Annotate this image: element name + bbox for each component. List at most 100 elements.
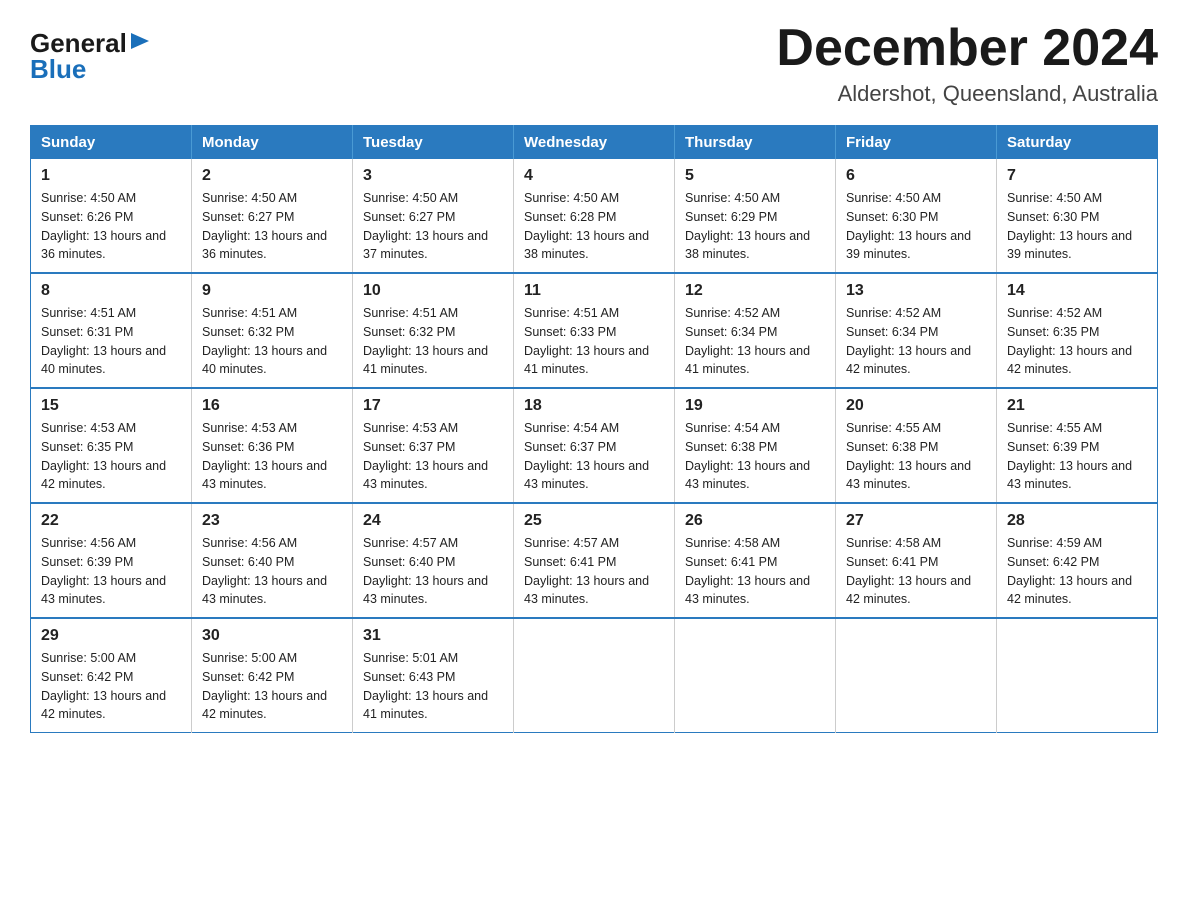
calendar-week-row: 1 Sunrise: 4:50 AM Sunset: 6:26 PM Dayli… (31, 159, 1158, 273)
day-info: Sunrise: 4:57 AM Sunset: 6:41 PM Dayligh… (524, 534, 664, 609)
day-info: Sunrise: 4:56 AM Sunset: 6:40 PM Dayligh… (202, 534, 342, 609)
calendar-cell: 30 Sunrise: 5:00 AM Sunset: 6:42 PM Dayl… (192, 618, 353, 733)
day-number: 20 (846, 397, 986, 415)
day-info: Sunrise: 5:00 AM Sunset: 6:42 PM Dayligh… (202, 649, 342, 724)
calendar-cell: 4 Sunrise: 4:50 AM Sunset: 6:28 PM Dayli… (514, 159, 675, 273)
calendar-cell: 20 Sunrise: 4:55 AM Sunset: 6:38 PM Dayl… (836, 388, 997, 503)
day-number: 13 (846, 282, 986, 300)
day-info: Sunrise: 4:52 AM Sunset: 6:35 PM Dayligh… (1007, 304, 1147, 379)
logo: General Blue (30, 20, 151, 83)
day-number: 15 (41, 397, 181, 415)
day-info: Sunrise: 4:51 AM Sunset: 6:33 PM Dayligh… (524, 304, 664, 379)
column-header-thursday: Thursday (675, 126, 836, 160)
calendar-week-row: 8 Sunrise: 4:51 AM Sunset: 6:31 PM Dayli… (31, 273, 1158, 388)
calendar-cell: 23 Sunrise: 4:56 AM Sunset: 6:40 PM Dayl… (192, 503, 353, 618)
calendar-cell: 13 Sunrise: 4:52 AM Sunset: 6:34 PM Dayl… (836, 273, 997, 388)
day-number: 22 (41, 512, 181, 530)
day-info: Sunrise: 4:56 AM Sunset: 6:39 PM Dayligh… (41, 534, 181, 609)
day-number: 5 (685, 167, 825, 185)
calendar-week-row: 22 Sunrise: 4:56 AM Sunset: 6:39 PM Dayl… (31, 503, 1158, 618)
calendar-cell: 17 Sunrise: 4:53 AM Sunset: 6:37 PM Dayl… (353, 388, 514, 503)
day-info: Sunrise: 4:51 AM Sunset: 6:32 PM Dayligh… (202, 304, 342, 379)
day-number: 27 (846, 512, 986, 530)
calendar-cell: 21 Sunrise: 4:55 AM Sunset: 6:39 PM Dayl… (997, 388, 1158, 503)
calendar-cell: 5 Sunrise: 4:50 AM Sunset: 6:29 PM Dayli… (675, 159, 836, 273)
calendar-cell: 26 Sunrise: 4:58 AM Sunset: 6:41 PM Dayl… (675, 503, 836, 618)
day-info: Sunrise: 4:55 AM Sunset: 6:39 PM Dayligh… (1007, 419, 1147, 494)
day-info: Sunrise: 5:01 AM Sunset: 6:43 PM Dayligh… (363, 649, 503, 724)
day-number: 2 (202, 167, 342, 185)
calendar-cell: 3 Sunrise: 4:50 AM Sunset: 6:27 PM Dayli… (353, 159, 514, 273)
day-info: Sunrise: 4:50 AM Sunset: 6:28 PM Dayligh… (524, 189, 664, 264)
day-number: 19 (685, 397, 825, 415)
day-number: 3 (363, 167, 503, 185)
day-info: Sunrise: 4:53 AM Sunset: 6:36 PM Dayligh… (202, 419, 342, 494)
day-info: Sunrise: 4:50 AM Sunset: 6:26 PM Dayligh… (41, 189, 181, 264)
calendar-cell: 25 Sunrise: 4:57 AM Sunset: 6:41 PM Dayl… (514, 503, 675, 618)
day-info: Sunrise: 4:58 AM Sunset: 6:41 PM Dayligh… (846, 534, 986, 609)
day-number: 26 (685, 512, 825, 530)
header: General Blue December 2024 Aldershot, Qu… (30, 20, 1158, 107)
day-info: Sunrise: 4:52 AM Sunset: 6:34 PM Dayligh… (685, 304, 825, 379)
day-info: Sunrise: 4:51 AM Sunset: 6:31 PM Dayligh… (41, 304, 181, 379)
day-number: 12 (685, 282, 825, 300)
calendar-cell (514, 618, 675, 733)
calendar-cell: 16 Sunrise: 4:53 AM Sunset: 6:36 PM Dayl… (192, 388, 353, 503)
calendar-cell: 28 Sunrise: 4:59 AM Sunset: 6:42 PM Dayl… (997, 503, 1158, 618)
day-number: 1 (41, 167, 181, 185)
calendar-header-row: SundayMondayTuesdayWednesdayThursdayFrid… (31, 126, 1158, 160)
calendar-cell: 18 Sunrise: 4:54 AM Sunset: 6:37 PM Dayl… (514, 388, 675, 503)
calendar-cell: 7 Sunrise: 4:50 AM Sunset: 6:30 PM Dayli… (997, 159, 1158, 273)
calendar-cell: 14 Sunrise: 4:52 AM Sunset: 6:35 PM Dayl… (997, 273, 1158, 388)
day-number: 29 (41, 627, 181, 645)
day-info: Sunrise: 4:54 AM Sunset: 6:38 PM Dayligh… (685, 419, 825, 494)
day-info: Sunrise: 4:52 AM Sunset: 6:34 PM Dayligh… (846, 304, 986, 379)
day-number: 11 (524, 282, 664, 300)
day-number: 25 (524, 512, 664, 530)
calendar-cell: 2 Sunrise: 4:50 AM Sunset: 6:27 PM Dayli… (192, 159, 353, 273)
day-info: Sunrise: 5:00 AM Sunset: 6:42 PM Dayligh… (41, 649, 181, 724)
calendar-cell (836, 618, 997, 733)
column-header-friday: Friday (836, 126, 997, 160)
calendar-cell: 12 Sunrise: 4:52 AM Sunset: 6:34 PM Dayl… (675, 273, 836, 388)
calendar-cell: 9 Sunrise: 4:51 AM Sunset: 6:32 PM Dayli… (192, 273, 353, 388)
location-subtitle: Aldershot, Queensland, Australia (776, 81, 1158, 107)
calendar-cell (997, 618, 1158, 733)
day-info: Sunrise: 4:50 AM Sunset: 6:30 PM Dayligh… (1007, 189, 1147, 264)
column-header-monday: Monday (192, 126, 353, 160)
day-info: Sunrise: 4:50 AM Sunset: 6:30 PM Dayligh… (846, 189, 986, 264)
day-number: 8 (41, 282, 181, 300)
day-info: Sunrise: 4:59 AM Sunset: 6:42 PM Dayligh… (1007, 534, 1147, 609)
day-number: 16 (202, 397, 342, 415)
day-number: 10 (363, 282, 503, 300)
column-header-tuesday: Tuesday (353, 126, 514, 160)
day-info: Sunrise: 4:55 AM Sunset: 6:38 PM Dayligh… (846, 419, 986, 494)
day-number: 6 (846, 167, 986, 185)
day-info: Sunrise: 4:53 AM Sunset: 6:37 PM Dayligh… (363, 419, 503, 494)
month-title: December 2024 (776, 20, 1158, 77)
calendar-cell: 29 Sunrise: 5:00 AM Sunset: 6:42 PM Dayl… (31, 618, 192, 733)
calendar-cell: 22 Sunrise: 4:56 AM Sunset: 6:39 PM Dayl… (31, 503, 192, 618)
day-number: 9 (202, 282, 342, 300)
day-number: 24 (363, 512, 503, 530)
day-number: 7 (1007, 167, 1147, 185)
calendar-table: SundayMondayTuesdayWednesdayThursdayFrid… (30, 125, 1158, 733)
calendar-cell: 24 Sunrise: 4:57 AM Sunset: 6:40 PM Dayl… (353, 503, 514, 618)
calendar-cell: 19 Sunrise: 4:54 AM Sunset: 6:38 PM Dayl… (675, 388, 836, 503)
day-number: 21 (1007, 397, 1147, 415)
day-number: 4 (524, 167, 664, 185)
day-number: 30 (202, 627, 342, 645)
day-info: Sunrise: 4:50 AM Sunset: 6:27 PM Dayligh… (202, 189, 342, 264)
column-header-saturday: Saturday (997, 126, 1158, 160)
calendar-cell: 6 Sunrise: 4:50 AM Sunset: 6:30 PM Dayli… (836, 159, 997, 273)
day-info: Sunrise: 4:53 AM Sunset: 6:35 PM Dayligh… (41, 419, 181, 494)
day-info: Sunrise: 4:57 AM Sunset: 6:40 PM Dayligh… (363, 534, 503, 609)
column-header-wednesday: Wednesday (514, 126, 675, 160)
calendar-cell (675, 618, 836, 733)
day-info: Sunrise: 4:50 AM Sunset: 6:27 PM Dayligh… (363, 189, 503, 264)
day-number: 14 (1007, 282, 1147, 300)
column-header-sunday: Sunday (31, 126, 192, 160)
calendar-cell: 31 Sunrise: 5:01 AM Sunset: 6:43 PM Dayl… (353, 618, 514, 733)
calendar-cell: 1 Sunrise: 4:50 AM Sunset: 6:26 PM Dayli… (31, 159, 192, 273)
calendar-cell: 11 Sunrise: 4:51 AM Sunset: 6:33 PM Dayl… (514, 273, 675, 388)
